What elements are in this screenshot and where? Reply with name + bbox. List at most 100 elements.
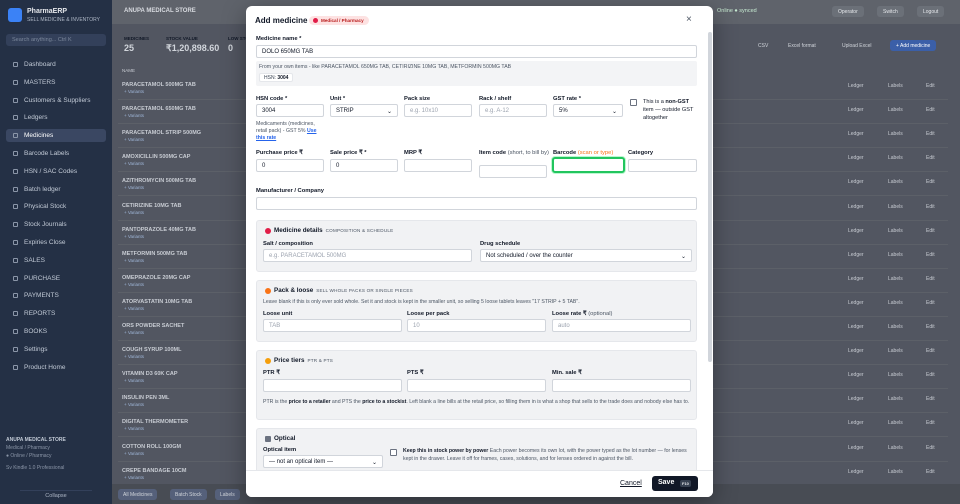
sidebar-item[interactable]: Settings [6,343,106,356]
variants-link[interactable]: + Variants [124,402,144,407]
sidebar-item[interactable]: Barcode Labels [6,147,106,160]
upload-excel-button[interactable]: Upload Excel [836,40,877,51]
labels-link[interactable]: Labels [888,276,903,282]
medicine-name-input[interactable]: DOLO 650MG TAB [256,45,697,58]
edit-link[interactable]: Edit [926,300,935,306]
labels-link[interactable]: Labels [888,348,903,354]
ledger-link[interactable]: Ledger [848,348,864,354]
labels-link[interactable]: Labels [888,396,903,402]
ledger-link[interactable]: Ledger [848,83,864,89]
labels-link[interactable]: Labels [888,204,903,210]
barcode-input[interactable] [552,157,625,173]
edit-link[interactable]: Edit [926,372,935,378]
sidebar-item[interactable]: BOOKS [6,325,106,338]
labels-link[interactable]: Labels [888,107,903,113]
edit-link[interactable]: Edit [926,276,935,282]
loose-unit-input[interactable]: TAB [263,319,402,332]
labels-link[interactable]: Labels [888,179,903,185]
loose-per-pack-input[interactable]: 10 [407,319,546,332]
edit-link[interactable]: Edit [926,420,935,426]
edit-link[interactable]: Edit [926,179,935,185]
excel-format-button[interactable]: Excel format [782,40,822,51]
variants-link[interactable]: + Variants [124,113,144,118]
labels-link[interactable]: Labels [888,83,903,89]
salt-composition-input[interactable]: e.g. PARACETAMOL 500MG [263,249,472,262]
ledger-link[interactable]: Ledger [848,372,864,378]
ledger-link[interactable]: Ledger [848,179,864,185]
ledger-link[interactable]: Ledger [848,107,864,113]
drug-schedule-select[interactable]: Not scheduled / over the counter ⌄ [480,249,692,262]
variants-link[interactable]: + Variants [124,378,144,383]
ledger-link[interactable]: Ledger [848,445,864,451]
edit-link[interactable]: Edit [926,445,935,451]
labels-link[interactable]: Labels [888,445,903,451]
sidebar-item[interactable]: Physical Stock [6,200,106,213]
variants-link[interactable]: + Variants [124,258,144,263]
labels-link[interactable]: Labels [888,252,903,258]
mrp-input[interactable] [404,159,472,172]
sidebar-item[interactable]: Dashboard [6,58,106,71]
ledger-link[interactable]: Ledger [848,252,864,258]
labels-link[interactable]: Labels [888,131,903,137]
sidebar-item[interactable]: MASTERS [6,76,106,89]
sidebar-search-input[interactable]: Search anything... Ctrl K [6,34,106,46]
sidebar-item[interactable]: PAYMENTS [6,289,106,302]
gst-rate-select[interactable]: 5% ⌄ [553,104,623,117]
labels-link[interactable]: Labels [888,420,903,426]
keep-power-checkbox[interactable] [390,449,397,456]
ledger-link[interactable]: Ledger [848,131,864,137]
cancel-button[interactable]: Cancel [620,480,642,487]
edit-link[interactable]: Edit [926,252,935,258]
sidebar-item[interactable]: REPORTS [6,307,106,320]
category-input[interactable] [628,159,697,172]
labels-link[interactable]: Labels [888,469,903,475]
ledger-link[interactable]: Ledger [848,276,864,282]
bottom-chip-all-medicines[interactable]: All Medicines [118,489,158,500]
ptr-input[interactable] [263,379,402,392]
variants-link[interactable]: + Variants [124,282,144,287]
hsn-code-input[interactable]: 3004 [256,104,324,117]
ledger-link[interactable]: Ledger [848,324,864,330]
sidebar-item[interactable]: Batch ledger [6,183,106,196]
edit-link[interactable]: Edit [926,131,935,137]
sidebar-item[interactable]: HSN / SAC Codes [6,165,106,178]
loose-rate-input[interactable]: auto [552,319,691,332]
variants-link[interactable]: + Variants [124,137,144,142]
variants-link[interactable]: + Variants [124,426,144,431]
variants-link[interactable]: + Variants [124,89,144,94]
edit-link[interactable]: Edit [926,83,935,89]
ledger-link[interactable]: Ledger [848,228,864,234]
ledger-link[interactable]: Ledger [848,155,864,161]
edit-link[interactable]: Edit [926,155,935,161]
unit-select[interactable]: STRIP ⌄ [330,104,398,117]
purchase-price-input[interactable]: 0 [256,159,324,172]
edit-link[interactable]: Edit [926,396,935,402]
edit-link[interactable]: Edit [926,228,935,234]
variants-link[interactable]: + Variants [124,330,144,335]
item-code-input[interactable] [479,165,547,178]
variants-link[interactable]: + Variants [124,306,144,311]
csv-button[interactable]: CSV [752,40,774,51]
add-medicine-button[interactable]: + Add medicine [890,40,937,51]
variants-link[interactable]: + Variants [124,161,144,166]
bottom-chip-batch-stock[interactable]: Batch Stock [170,489,207,500]
edit-link[interactable]: Edit [926,324,935,330]
edit-link[interactable]: Edit [926,107,935,113]
switch-button[interactable]: Switch [877,6,904,17]
save-button[interactable]: Save F10 [652,476,698,491]
bottom-chip-labels[interactable]: Labels [215,489,240,500]
logout-button[interactable]: Logout [917,6,945,17]
ledger-link[interactable]: Ledger [848,420,864,426]
variants-link[interactable]: + Variants [124,210,144,215]
labels-link[interactable]: Labels [888,155,903,161]
ledger-link[interactable]: Ledger [848,204,864,210]
manufacturer-input[interactable] [256,197,697,210]
labels-link[interactable]: Labels [888,372,903,378]
labels-link[interactable]: Labels [888,228,903,234]
sidebar-item[interactable]: Product Home [6,361,106,374]
min-sale-input[interactable] [552,379,691,392]
hsn-suggestion-chip[interactable]: HSN: 3004 [259,73,294,82]
ledger-link[interactable]: Ledger [848,396,864,402]
edit-link[interactable]: Edit [926,204,935,210]
close-icon[interactable]: × [686,14,692,25]
